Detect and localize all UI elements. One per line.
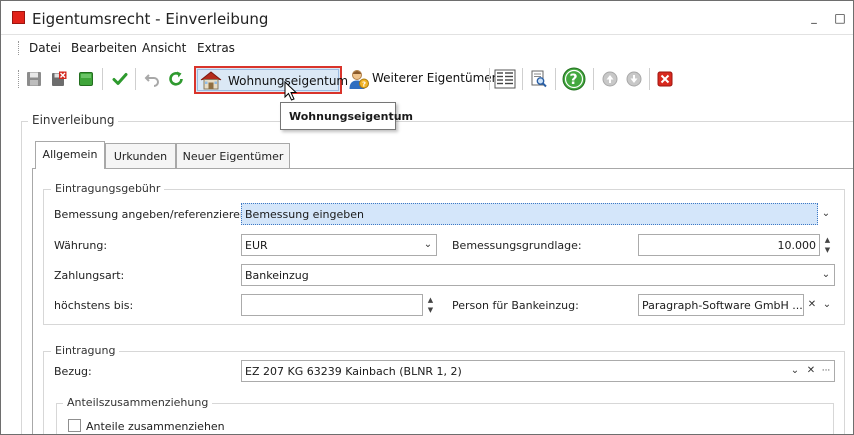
bemessungsgrundlage-input[interactable]: 10.000 [638, 234, 820, 256]
tab-neuer-eigentuemer[interactable]: Neuer Eigentümer [176, 143, 290, 168]
search-doc-button[interactable] [528, 68, 550, 90]
green-square-button[interactable] [75, 68, 97, 90]
title-bar: Eigentumsrecht - Einverleibung _ □ [1, 1, 853, 35]
toolbar-separator [649, 68, 650, 90]
undo-icon [144, 74, 159, 87]
refresh-button[interactable] [165, 68, 187, 90]
eintragung-title: Eintragung [51, 344, 120, 357]
person-bankeinzug-label: Person für Bankeinzug: [452, 299, 579, 312]
menu-grip [18, 41, 20, 55]
bemessung-select[interactable]: Bemessung eingeben [241, 203, 818, 225]
waehrung-dropdown-icon[interactable]: ⌄ [420, 235, 436, 255]
help-button[interactable]: ? [561, 66, 587, 92]
person-bankeinzug-select[interactable]: Paragraph-Software GmbH ... [638, 294, 804, 316]
toolbar-separator [593, 68, 594, 90]
toolbar-separator [522, 68, 523, 90]
search-document-icon [531, 70, 547, 88]
person-clear-icon[interactable]: ✕ [804, 295, 820, 315]
toolbar-separator [135, 68, 136, 90]
arrow-down-circle-icon [626, 71, 642, 87]
person-question-icon: ? [349, 70, 369, 89]
wohnungseigentum-button[interactable]: Wohnungseigentum [194, 66, 348, 94]
minimize-button[interactable]: _ [807, 11, 821, 25]
menu-bar: Datei Bearbeiten Ansicht Extras [1, 37, 853, 59]
svg-text:?: ? [362, 81, 366, 89]
einverleibung-title: Einverleibung [28, 113, 119, 127]
toolbar-separator [555, 68, 556, 90]
hoechstens-spin-up-icon[interactable]: ▲ [424, 295, 437, 305]
waehrung-select[interactable]: EUR [241, 234, 437, 256]
eintragungsgebuehr-title: Eintragungsgebühr [51, 182, 165, 195]
close-icon [657, 71, 673, 87]
form-grid-icon [494, 69, 516, 89]
menu-bearbeiten[interactable]: Bearbeiten [70, 41, 138, 55]
window: Eigentumsrecht - Einverleibung _ □ Datei… [0, 0, 854, 435]
maximize-button[interactable]: □ [833, 11, 847, 25]
save-close-button[interactable] [48, 68, 70, 90]
bezug-label: Bezug: [54, 365, 92, 378]
save-button[interactable] [23, 68, 45, 90]
window-title: Eigentumsrecht - Einverleibung [32, 10, 269, 28]
person-dropdown-icon[interactable]: ⌄ [819, 295, 835, 315]
weiterer-eigentuemer-label: Weiterer Eigentümer? [372, 71, 503, 85]
bezug-dropdown-icon[interactable]: ⌄ [787, 361, 803, 381]
anteilszusammenziehung-title: Anteilszusammenziehung [63, 396, 213, 409]
menu-datei[interactable]: Datei [28, 41, 62, 55]
toolbar-separator [102, 68, 103, 90]
tooltip: Wohnungseigentum [280, 102, 413, 130]
svg-text:?: ? [570, 72, 578, 88]
waehrung-label: Währung: [54, 239, 108, 252]
arrow-up-circle-icon [602, 71, 618, 87]
checkmark-icon [112, 73, 128, 85]
house-icon [200, 71, 222, 90]
hoechstens-spin-down-icon[interactable]: ▼ [424, 305, 437, 315]
tab-urkunden[interactable]: Urkunden [105, 143, 176, 168]
toolbar: Wohnungseigentum ? Weiterer Eigentümer? [1, 63, 853, 95]
grundlage-spin-up-icon[interactable]: ▲ [821, 235, 834, 245]
form-view-button[interactable] [493, 68, 517, 90]
bezug-clear-icon[interactable]: ✕ [803, 361, 819, 381]
close-button[interactable] [654, 68, 676, 90]
grundlage-spin-down-icon[interactable]: ▼ [821, 245, 834, 255]
bemessung-label: Bemessung angeben/referenzieren: [54, 208, 251, 221]
mouse-cursor-icon [284, 81, 298, 101]
move-up-button[interactable] [599, 68, 621, 90]
help-icon: ? [562, 67, 586, 91]
move-down-button[interactable] [623, 68, 645, 90]
refresh-icon [169, 71, 183, 86]
toolbar-grip [18, 70, 20, 88]
app-icon [12, 11, 25, 24]
hoechstens-label: höchstens bis: [54, 299, 134, 312]
bezug-select[interactable]: EZ 207 KG 63239 Kainbach (BLNR 1, 2) [241, 360, 835, 382]
save-close-icon [52, 71, 67, 86]
bemessung-dropdown-icon[interactable]: ⌄ [818, 204, 834, 224]
confirm-button[interactable] [109, 68, 131, 90]
menu-ansicht[interactable]: Ansicht [141, 41, 187, 55]
weiterer-eigentuemer-button[interactable]: ? [346, 67, 370, 91]
save-icon [27, 72, 41, 86]
tab-allgemein[interactable]: Allgemein [35, 141, 105, 169]
toolbar-separator [489, 68, 490, 90]
bezug-more-icon[interactable]: ··· [818, 361, 834, 381]
green-square-icon [79, 72, 93, 86]
anteile-zusammenziehen-checkbox[interactable] [68, 419, 81, 432]
menu-extras[interactable]: Extras [196, 41, 236, 55]
undo-button[interactable] [141, 68, 163, 90]
zahlungsart-label: Zahlungsart: [54, 269, 125, 282]
zahlungsart-select[interactable]: Bankeinzug [241, 264, 835, 286]
zahlungsart-dropdown-icon[interactable]: ⌄ [818, 265, 834, 285]
hoechstens-input[interactable] [241, 294, 423, 316]
anteile-zusammenziehen-label: Anteile zusammenziehen [86, 420, 225, 433]
bemessungsgrundlage-label: Bemessungsgrundlage: [452, 239, 582, 252]
